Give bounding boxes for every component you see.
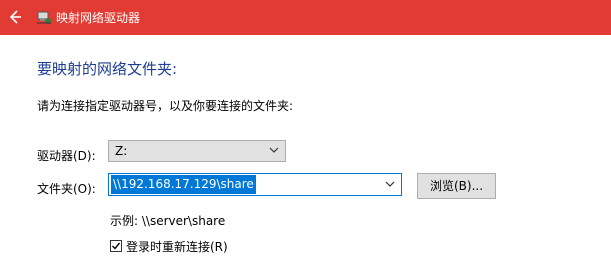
checkmark-icon (112, 242, 121, 250)
title-bar: 映射网络驱动器 (0, 0, 611, 35)
browse-button[interactable]: 浏览(B)... (417, 173, 496, 199)
chevron-down-icon (269, 147, 279, 153)
drive-letter-select[interactable]: Z: (108, 140, 286, 162)
folder-path-input[interactable]: \\192.168.17.129\share (111, 175, 256, 194)
drive-label: 驱动器(D): (37, 149, 96, 163)
reconnect-checkbox[interactable] (110, 240, 122, 252)
drive-letter-value: Z: (115, 144, 128, 158)
network-drive-icon (37, 11, 51, 24)
window-title: 映射网络驱动器 (56, 11, 141, 25)
chevron-down-icon[interactable] (385, 179, 395, 189)
folder-path-combobox[interactable]: \\192.168.17.129\share (108, 173, 402, 196)
reconnect-checkbox-row[interactable]: 登录时重新连接(R) (110, 239, 228, 254)
back-button[interactable] (6, 8, 24, 26)
instructions-text: 请为连接指定驱动器号，以及你要连接的文件夹: (37, 99, 294, 113)
back-arrow-icon (9, 10, 21, 24)
example-text: 示例: \\server\share (110, 214, 226, 228)
reconnect-label: 登录时重新连接(R) (126, 239, 228, 254)
folder-label: 文件夹(O): (37, 182, 96, 196)
page-heading: 要映射的网络文件夹: (37, 60, 178, 78)
